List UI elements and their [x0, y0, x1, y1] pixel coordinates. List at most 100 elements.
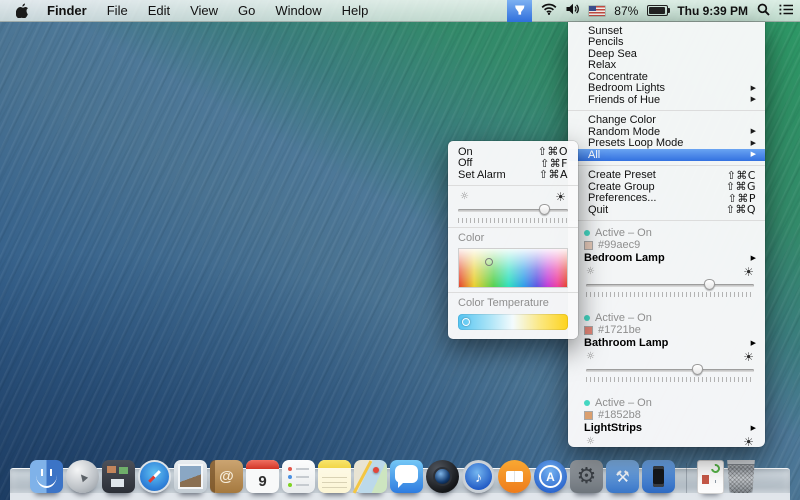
light-hex-label: #99aec9 [598, 239, 640, 251]
color-swatch[interactable] [584, 411, 593, 420]
light-status-text: Active – On [595, 227, 652, 239]
slider-ticks [586, 377, 754, 382]
dock-messages-icon[interactable] [390, 460, 423, 493]
color-swatch[interactable] [584, 326, 593, 335]
light-status-row: Active – On [584, 397, 756, 409]
menu-item-label: Deep Sea [588, 48, 637, 60]
menu-item-all-highlighted[interactable]: All▶ [568, 149, 765, 161]
menu-separator [448, 292, 578, 293]
light-status-text: Active – On [595, 312, 652, 324]
dock-system-preferences-icon[interactable] [570, 460, 603, 493]
menu-help[interactable]: Help [332, 0, 379, 22]
all-submenu: On⇧⌘O Off⇧⌘F Set Alarm⇧⌘A ☼☀ Color Color… [448, 141, 578, 339]
color-picker-marker[interactable] [485, 258, 493, 266]
dock-finder-icon[interactable] [30, 460, 63, 493]
dock-launchpad-icon[interactable] [66, 460, 99, 493]
brightness-slider[interactable] [586, 279, 754, 291]
submenu-arrow-icon: ▶ [751, 254, 756, 262]
brightness-slider[interactable] [586, 364, 754, 376]
menu-item-bedroom-lights[interactable]: Bedroom Lights▶ [568, 83, 765, 95]
menu-bar: Finder File Edit View Go Window Help 87%… [0, 0, 800, 22]
menu-item-label: All [588, 149, 600, 161]
dock-contacts-icon[interactable] [210, 460, 243, 493]
brightness-slider[interactable] [458, 204, 568, 216]
submenu-item-set-alarm[interactable]: Set Alarm⇧⌘A [448, 169, 578, 181]
hue-lamp-icon [514, 5, 525, 17]
spotlight-icon[interactable] [757, 3, 770, 19]
color-picker[interactable] [458, 248, 568, 288]
dock-document-icon[interactable] [698, 461, 723, 493]
menu-file[interactable]: File [97, 0, 138, 22]
color-temperature-slider[interactable] [458, 314, 568, 330]
dock-notes-icon[interactable] [318, 460, 351, 493]
menu-edit[interactable]: Edit [138, 0, 180, 22]
submenu-arrow-icon: ▶ [751, 424, 756, 432]
menu-item-change-color[interactable]: Change Color [568, 115, 765, 127]
dock-photo-booth-icon[interactable] [426, 460, 459, 493]
apple-menu-icon[interactable] [6, 0, 37, 21]
menu-item-sunset[interactable]: Sunset [568, 25, 765, 37]
dock-ios-simulator-icon[interactable] [642, 460, 675, 493]
menu-item-concentrate[interactable]: Concentrate [568, 71, 765, 83]
dock-ibooks-icon[interactable] [498, 460, 531, 493]
slider-track [458, 209, 568, 212]
color-swatch[interactable] [584, 241, 593, 250]
brightness-bright-icon: ☀ [743, 436, 754, 448]
input-language-flag-icon[interactable] [589, 6, 605, 16]
light-status-text: Active – On [595, 397, 652, 409]
menu-view[interactable]: View [180, 0, 228, 22]
brightness-bright-icon: ☀ [743, 351, 754, 363]
color-section-label: Color [448, 232, 578, 244]
menu-go[interactable]: Go [228, 0, 265, 22]
volume-icon[interactable] [566, 3, 580, 18]
menu-bar-left: Finder File Edit View Go Window Help [6, 0, 378, 21]
dock-mail-icon[interactable] [174, 460, 207, 493]
notification-center-icon[interactable] [779, 4, 794, 18]
menu-item-quit[interactable]: Quit ⇧⌘Q [568, 204, 765, 216]
wifi-icon[interactable] [541, 3, 557, 18]
dock-trash-icon[interactable] [726, 460, 756, 493]
menu-item-label: On [458, 146, 473, 158]
dock-maps-icon[interactable] [354, 460, 387, 493]
battery-icon[interactable] [647, 5, 668, 16]
menu-item-label: Create Group [588, 181, 655, 193]
light-name-row[interactable]: Bathroom Lamp▶ [584, 337, 756, 350]
menu-item-relax[interactable]: Relax [568, 60, 765, 72]
light-name: Bathroom Lamp [584, 337, 668, 349]
dock-mission-control-icon[interactable] [102, 460, 135, 493]
light-status-row: Active – On [584, 312, 756, 324]
menu-item-label: Quit [588, 204, 608, 216]
dock-safari-icon[interactable] [138, 460, 171, 493]
dock-calendar-icon[interactable]: 9 [246, 460, 279, 493]
menu-window[interactable]: Window [265, 0, 331, 22]
submenu-arrow-icon: ▶ [751, 140, 756, 147]
brightness-dim-icon: ☼ [586, 352, 595, 362]
menu-item-random-mode[interactable]: Random Mode▶ [568, 126, 765, 138]
menu-finder[interactable]: Finder [37, 0, 97, 22]
brightness-bright-icon: ☀ [555, 191, 566, 203]
dock-itunes-icon[interactable] [462, 460, 495, 493]
temperature-marker[interactable] [462, 318, 470, 326]
light-name-row[interactable]: LightStrips ▶ [584, 422, 756, 435]
menu-item-pencils[interactable]: Pencils [568, 37, 765, 49]
menu-item-label: Create Preset [588, 169, 656, 181]
dock-app-store-icon[interactable] [534, 460, 567, 493]
light-hex-label: #1852b8 [598, 409, 641, 421]
menu-item-presets-loop-mode[interactable]: Presets Loop Mode▶ [568, 138, 765, 150]
clock[interactable]: Thu 9:39 PM [677, 4, 748, 18]
slider-ticks [458, 218, 568, 223]
light-name: Bedroom Lamp [584, 252, 665, 264]
light-name: LightStrips [584, 422, 642, 434]
light-name-row[interactable]: Bedroom Lamp ▶ [584, 252, 756, 265]
slider-thumb[interactable] [539, 204, 550, 215]
slider-thumb[interactable] [692, 364, 703, 375]
hue-menubar-icon[interactable] [507, 0, 532, 22]
menu-item-friends-of-hue[interactable]: Friends of Hue▶ [568, 94, 765, 106]
shortcut-label: ⇧⌘Q [726, 203, 756, 216]
menu-item-deep-sea[interactable]: Deep Sea [568, 48, 765, 60]
slider-track [586, 284, 754, 287]
light-color-row: #99aec9 [584, 239, 756, 252]
slider-thumb[interactable] [704, 279, 715, 290]
dock-reminders-icon[interactable] [282, 460, 315, 493]
dock-xcode-icon[interactable] [606, 460, 639, 493]
